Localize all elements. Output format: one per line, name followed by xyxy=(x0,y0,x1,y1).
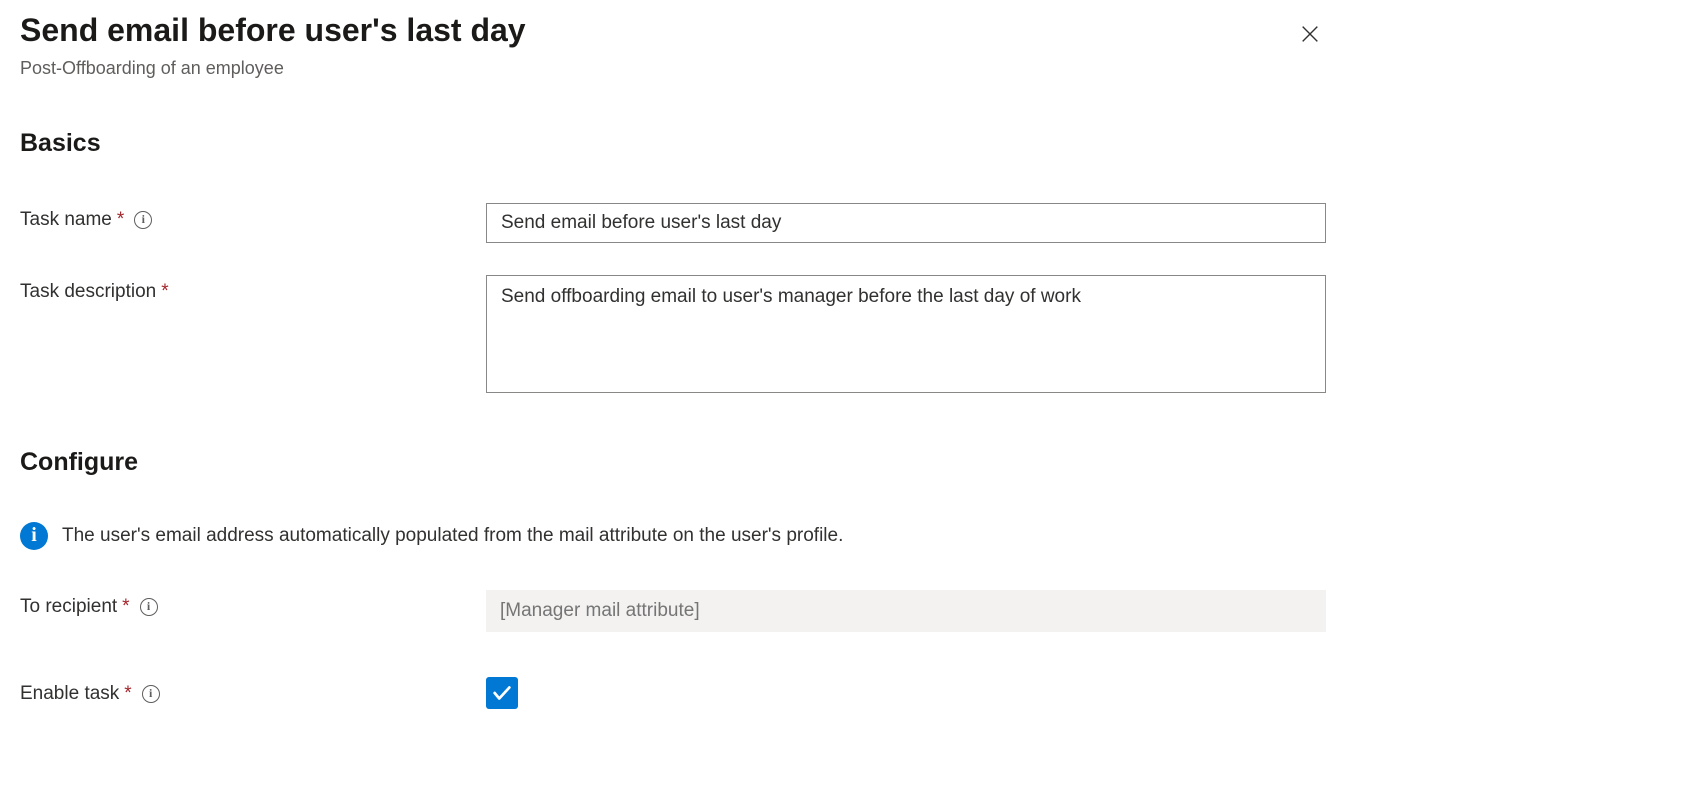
required-indicator: * xyxy=(161,281,168,303)
info-icon[interactable]: i xyxy=(140,598,158,616)
task-name-input[interactable] xyxy=(486,203,1326,243)
task-description-input[interactable] xyxy=(486,275,1326,393)
checkmark-icon xyxy=(491,682,513,704)
info-icon: i xyxy=(20,522,48,550)
info-icon[interactable]: i xyxy=(134,211,152,229)
task-name-label: Task name xyxy=(20,209,112,231)
page-subtitle: Post-Offboarding of an employee xyxy=(20,58,526,79)
required-indicator: * xyxy=(122,596,129,618)
task-description-label: Task description xyxy=(20,281,156,303)
info-icon[interactable]: i xyxy=(142,685,160,703)
close-button[interactable] xyxy=(1291,15,1329,53)
required-indicator: * xyxy=(117,209,124,231)
enable-task-checkbox[interactable] xyxy=(486,677,518,709)
info-message-text: The user's email address automatically p… xyxy=(62,525,843,547)
page-title: Send email before user's last day xyxy=(20,10,526,52)
to-recipient-label: To recipient xyxy=(20,596,117,618)
basics-heading: Basics xyxy=(20,129,1669,158)
configure-heading: Configure xyxy=(20,448,1669,477)
close-icon xyxy=(1299,23,1321,45)
enable-task-label: Enable task xyxy=(20,683,119,705)
required-indicator: * xyxy=(124,683,131,705)
to-recipient-input xyxy=(486,590,1326,632)
